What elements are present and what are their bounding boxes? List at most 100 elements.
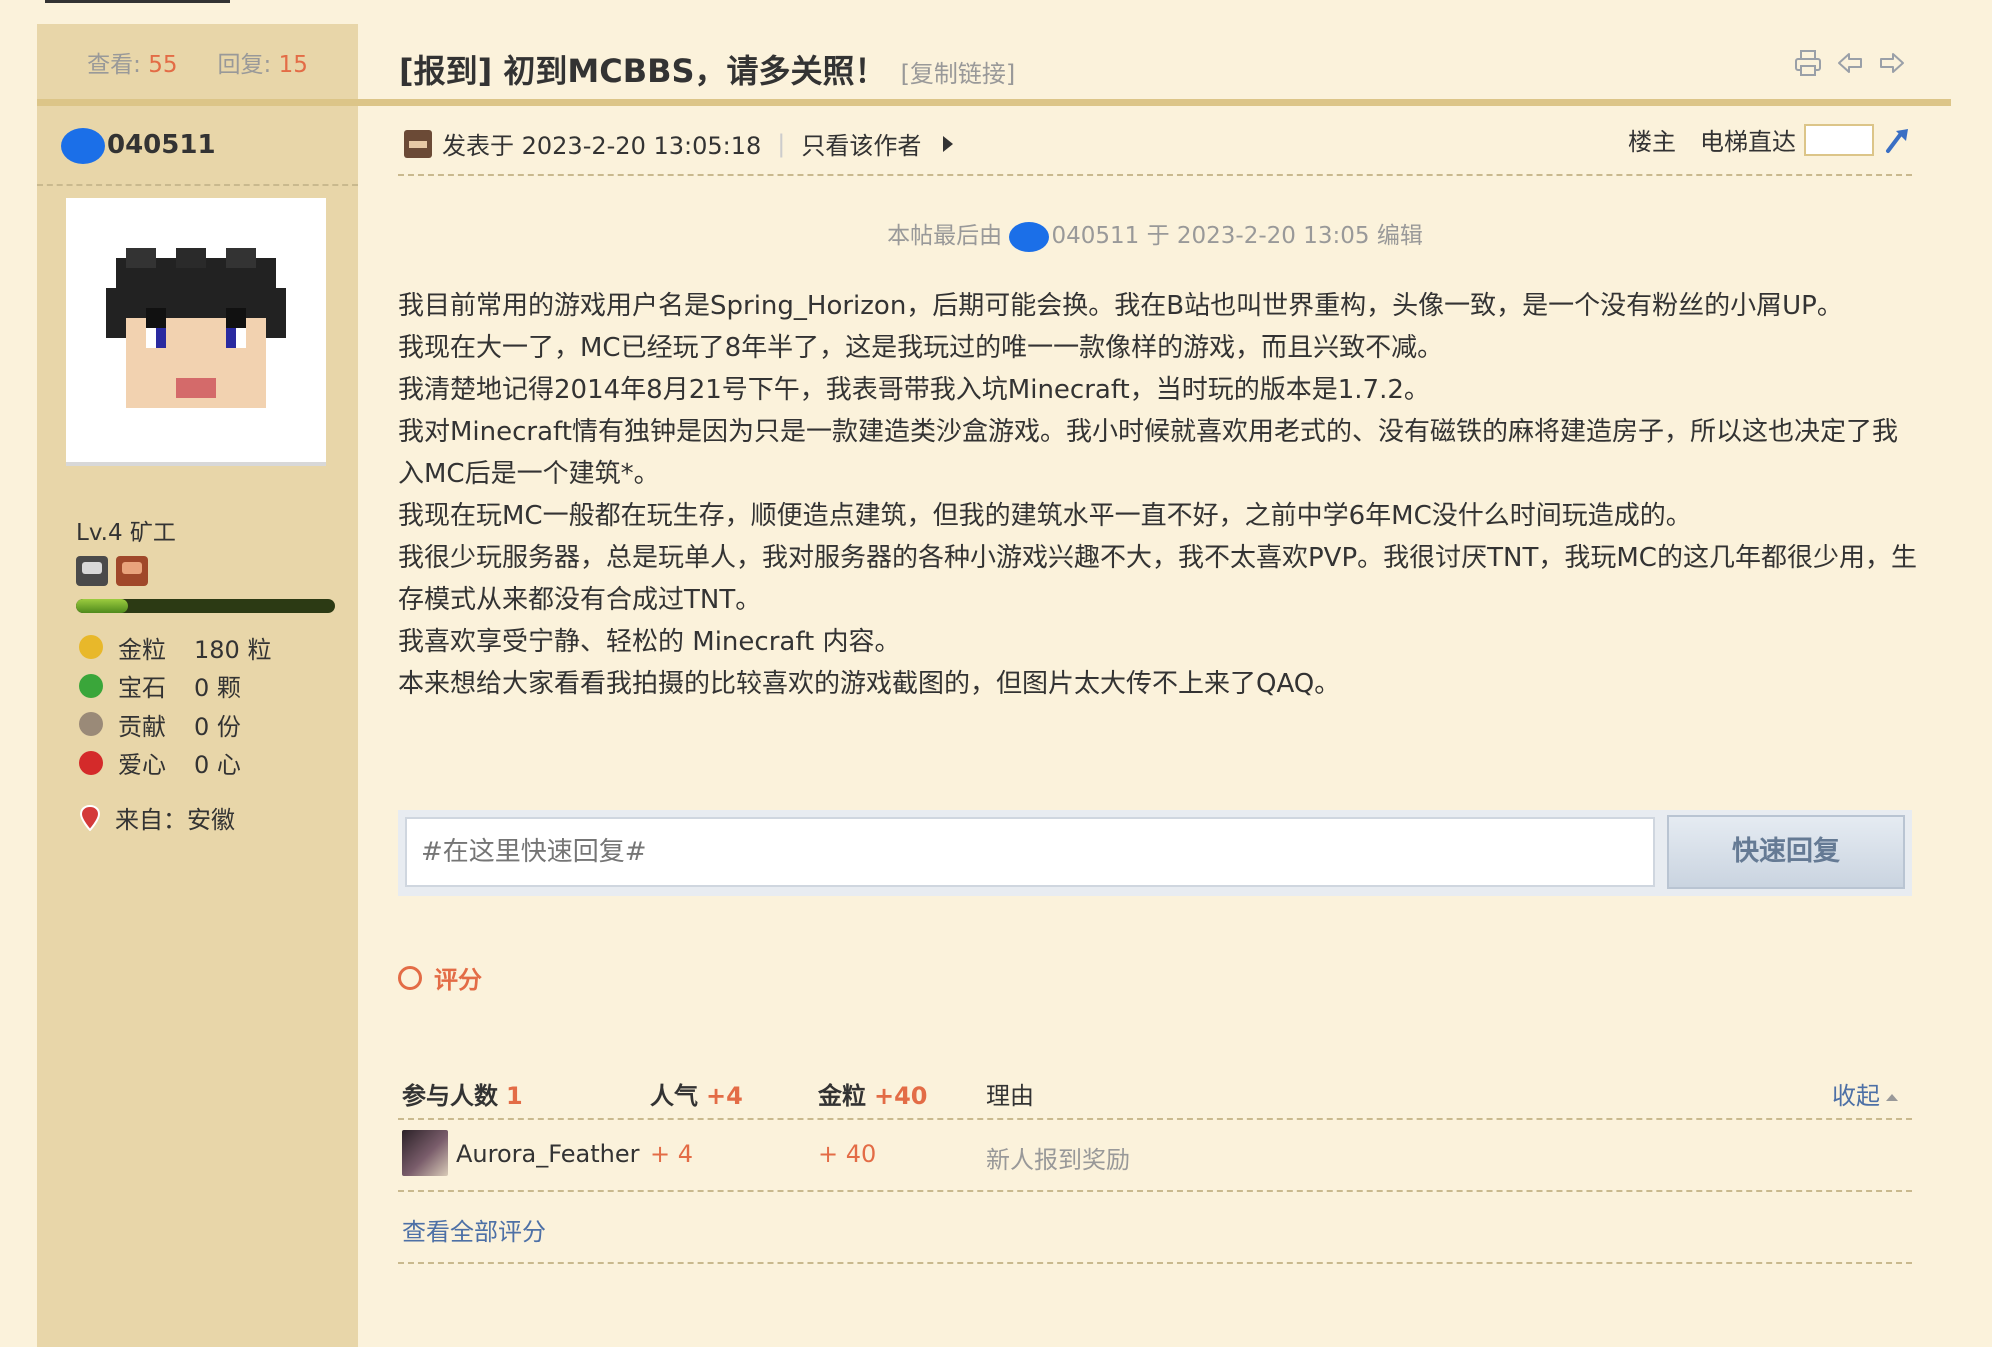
jump-go-icon[interactable] — [1882, 125, 1912, 155]
play-triangle-icon[interactable] — [943, 135, 954, 152]
redaction-mark — [1009, 221, 1050, 252]
online-status-icon — [404, 129, 432, 158]
floor-label: 楼主 — [1628, 128, 1676, 156]
avatar-skin-image — [106, 248, 286, 408]
minecart-medal-icon[interactable] — [76, 556, 108, 586]
rating-table-header: 参与人数 1 人气 +4 金粒 +40 理由 收起 — [398, 1060, 1912, 1120]
stat-label: 贡献 — [118, 712, 166, 741]
view-all-ratings-link[interactable]: 查看全部评分 — [402, 1212, 546, 1247]
reason-col: 理由 — [986, 1082, 1034, 1110]
gold-nugget-icon — [79, 635, 103, 660]
post-paragraph: 我目前常用的游戏用户名是Spring_Horizon，后期可能会换。我在B站也叫… — [398, 291, 1843, 321]
replies-count: 15 — [278, 51, 308, 78]
author-sidebar: 查看: 55 回复: 15 040511 Lv.4 矿工 金粒 180 粒 宝石… — [37, 24, 358, 1347]
stat-contribution: 贡献 0 份 — [79, 705, 271, 744]
edit-note-prefix: 本帖最后由 — [887, 223, 1003, 249]
post-paragraph: 我对Minecraft情有独钟是因为只是一款建造类沙盒游戏。我小时候就喜欢用老式… — [398, 417, 1898, 489]
post-paragraph: 我现在大一了，MC已经玩了8年半了，这是我玩过的唯一一款像样的游戏，而且兴致不减… — [398, 333, 1444, 363]
copy-link-button[interactable]: [复制链接] — [901, 60, 1016, 88]
post-body: 我目前常用的游戏用户名是Spring_Horizon，后期可能会换。我在B站也叫… — [398, 285, 1918, 705]
level-progress-fill — [76, 599, 128, 613]
author-level: Lv.4 矿工 — [76, 520, 176, 546]
replies-stat: 回复: 15 — [218, 45, 308, 79]
edit-note-suffix: 040511 于 2023-2-20 13:05 编辑 — [1051, 223, 1423, 249]
rater-reason: 新人报到奖励 — [986, 1146, 1130, 1174]
views-label: 查看: — [87, 51, 141, 78]
gold-col: 金粒 +40 — [818, 1076, 928, 1111]
level-progress-bar — [76, 599, 335, 613]
redaction-mark — [61, 128, 105, 164]
medal-list — [76, 556, 148, 586]
views-stat: 查看: 55 — [87, 45, 177, 79]
author-location: 来自：安徽 — [79, 800, 235, 835]
stat-value: 180 粒 — [194, 635, 272, 664]
elevator-group: 电梯直达 — [1700, 122, 1912, 157]
quick-reply-input[interactable] — [405, 817, 1655, 887]
chest-medal-icon[interactable] — [116, 556, 148, 586]
edit-note: 本帖最后由 040511 于 2023-2-20 13:05 编辑 — [398, 216, 1912, 252]
popularity-total: +4 — [706, 1082, 743, 1110]
post-meta-bar: 发表于 2023-2-20 13:05:18 | 只看该作者 楼主 电梯直达 — [398, 112, 1912, 176]
previous-thread-icon[interactable] — [1835, 48, 1865, 78]
rating-title: 评分 — [434, 966, 482, 994]
replies-label: 回复: — [217, 51, 272, 78]
gold-total: +40 — [874, 1082, 928, 1110]
location-pin-icon — [79, 804, 101, 831]
participants-count: 1 — [506, 1082, 523, 1110]
only-author-link[interactable]: 只看该作者 — [801, 126, 921, 161]
rater-name-link[interactable]: Aurora_Feather — [456, 1140, 639, 1168]
next-thread-icon[interactable] — [1877, 48, 1907, 78]
rater-popularity: + 4 — [650, 1140, 694, 1168]
post-paragraph: 我清楚地记得2014年8月21号下午，我表哥带我入坑Minecraft，当时玩的… — [398, 375, 1430, 405]
stat-label: 金粒 — [118, 635, 166, 664]
post-paragraph: 我喜欢享受宁静、轻松的 Minecraft 内容。 — [398, 627, 901, 657]
stat-value: 0 份 — [194, 712, 241, 741]
quick-reply-box: 快速回复 — [398, 810, 1912, 896]
stat-gold: 金粒 180 粒 — [79, 628, 271, 667]
stat-heart: 爱心 0 心 — [79, 744, 271, 783]
popularity-col: 人气 +4 — [650, 1076, 743, 1111]
gold-label: 金粒 — [818, 1082, 866, 1110]
post-meta-left: 发表于 2023-2-20 13:05:18 | 只看该作者 — [404, 126, 954, 161]
thread-toolbar — [1793, 48, 1907, 78]
chevron-up-icon — [1886, 1093, 1898, 1101]
meta-separator: | — [777, 129, 786, 158]
author-avatar[interactable] — [66, 198, 326, 466]
author-name-row: 040511 — [37, 106, 358, 186]
participants-col: 参与人数 1 — [402, 1076, 523, 1111]
rater-gold: + 40 — [818, 1140, 877, 1168]
author-name-link[interactable]: 040511 — [107, 130, 216, 160]
elevator-label: 电梯直达 — [1700, 128, 1796, 156]
rater-avatar[interactable] — [402, 1130, 448, 1176]
stat-gem: 宝石 0 颗 — [79, 667, 271, 706]
post-date: 发表于 2023-2-20 13:05:18 — [442, 132, 762, 160]
gem-icon — [79, 673, 103, 698]
top-divider — [45, 0, 230, 3]
views-count: 55 — [148, 51, 178, 78]
thread-title-bar: [报到] 初到MCBBS，请多关照！ [复制链接] — [358, 24, 1951, 106]
rating-circle-icon — [398, 965, 422, 990]
table-row: Aurora_Feather + 4 + 40 新人报到奖励 — [398, 1120, 1912, 1192]
popularity-label: 人气 — [650, 1082, 698, 1110]
stat-label: 宝石 — [118, 674, 166, 703]
post-paragraph: 本来想给大家看看我拍摄的比较喜欢的游戏截图的，但图片太大传不上来了QAQ。 — [398, 669, 1341, 699]
rating-table: 参与人数 1 人气 +4 金粒 +40 理由 收起 Aurora_Feather + … — [398, 1060, 1912, 1264]
stat-value: 0 心 — [194, 751, 241, 780]
contribution-icon — [79, 712, 103, 737]
quick-reply-button[interactable]: 快速回复 — [1667, 815, 1905, 889]
thread-title: [报到] 初到MCBBS，请多关照！ [复制链接] — [399, 46, 1015, 92]
heart-apple-icon — [79, 750, 103, 775]
rating-table-footer: 查看全部评分 — [398, 1192, 1912, 1264]
thread-title-text: [报到] 初到MCBBS，请多关照！ — [399, 52, 887, 90]
stat-value: 0 颗 — [194, 674, 241, 703]
post-meta-right: 楼主 电梯直达 — [1628, 122, 1912, 157]
floor-jump-input[interactable] — [1804, 123, 1874, 156]
collapse-button[interactable]: 收起 — [1832, 1076, 1898, 1111]
rating-header: 评分 — [398, 960, 482, 995]
print-icon[interactable] — [1793, 48, 1823, 78]
stat-label: 爱心 — [118, 751, 166, 780]
post-paragraph: 我很少玩服务器，总是玩单人，我对服务器的各种小游戏兴趣不大，我不太喜欢PVP。我… — [398, 543, 1917, 615]
collapse-label: 收起 — [1832, 1082, 1880, 1110]
thread-stats: 查看: 55 回复: 15 — [37, 24, 358, 106]
post-paragraph: 我现在玩MC一般都在玩生存，顺便造点建筑，但我的建筑水平一直不好，之前中学6年M… — [398, 501, 1692, 531]
